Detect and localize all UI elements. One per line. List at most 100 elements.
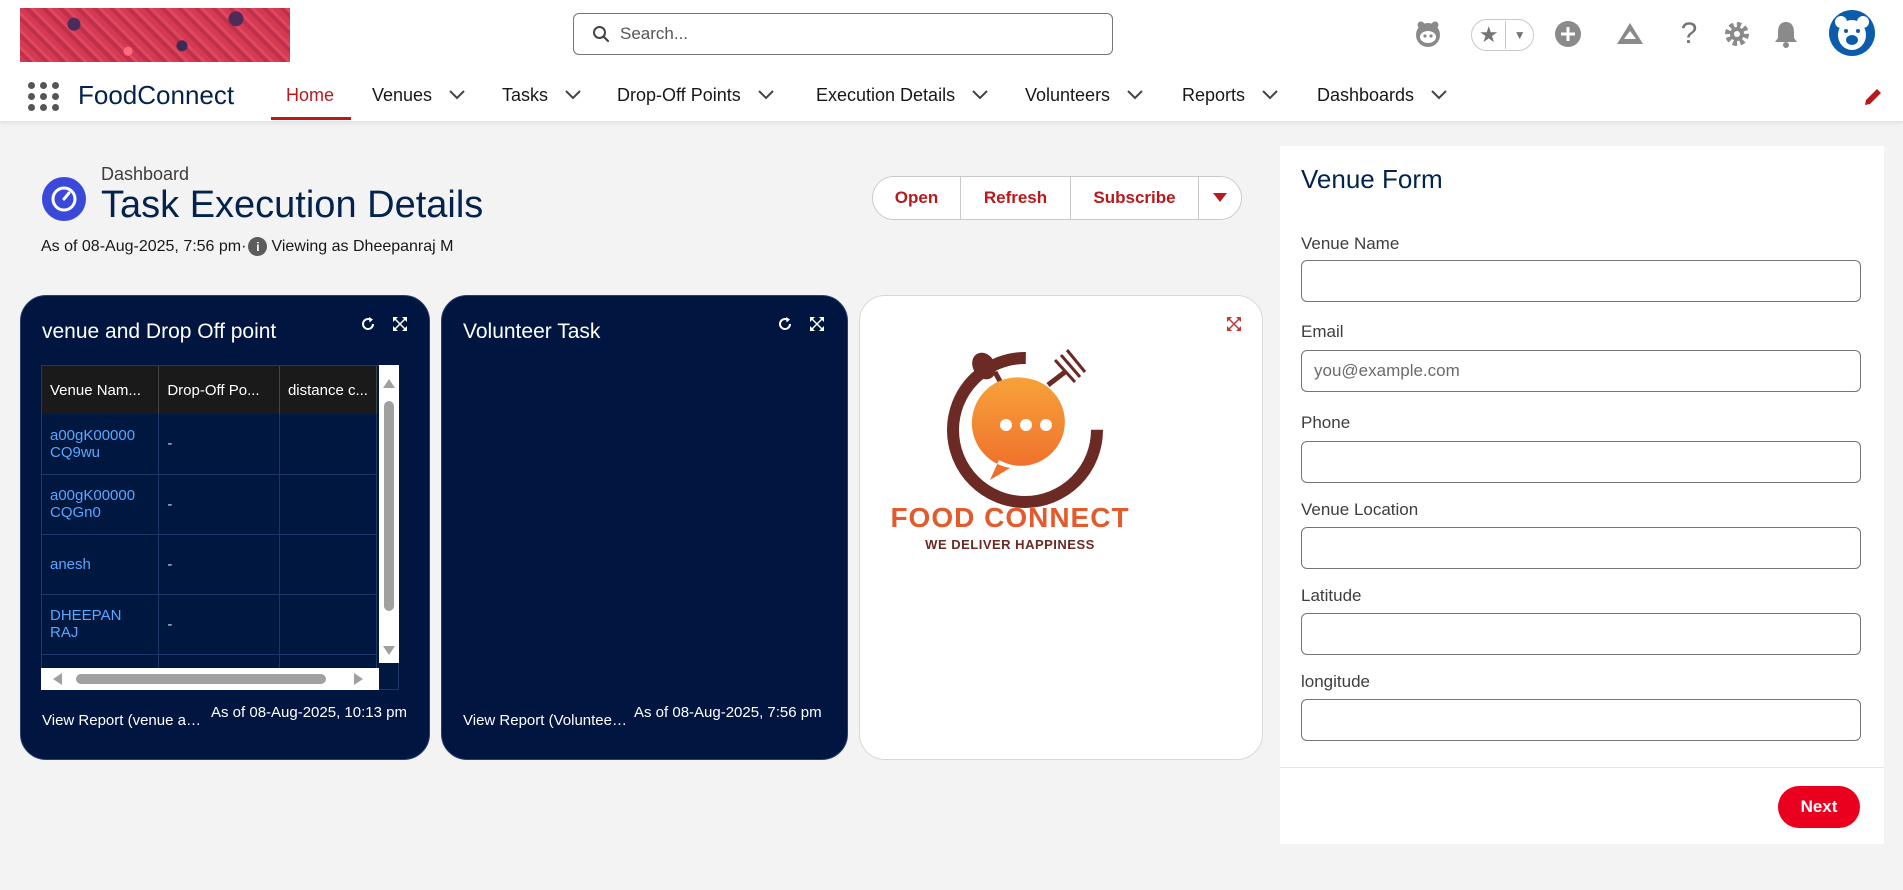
edit-nav-pencil-icon[interactable] — [1862, 86, 1886, 110]
table-cell: - — [158, 594, 280, 655]
table-cell — [279, 474, 378, 535]
favorites-dropdown-icon[interactable]: ▼ — [1505, 21, 1533, 49]
dashboard-type-label: Dashboard — [101, 164, 190, 184]
chevron-down-icon[interactable] — [1124, 90, 1146, 100]
logo-tagline: WE DELIVER HAPPINESS — [925, 537, 1095, 552]
form-title: Venue Form — [1301, 164, 1443, 194]
refresh-icon[interactable] — [777, 316, 793, 337]
caret-down-icon — [1213, 193, 1227, 202]
nav-item-label: Tasks — [502, 84, 549, 105]
venue-link[interactable]: anesh — [42, 534, 160, 595]
app-launcher-icon[interactable] — [26, 80, 59, 112]
widget-volunteer-task — [441, 295, 848, 760]
global-search[interactable] — [573, 13, 1113, 55]
nav-item-venues[interactable]: Venues — [372, 68, 468, 122]
chevron-down-icon[interactable] — [1259, 90, 1281, 100]
food-connect-logo: FOOD CONNECT WE DELIVER HAPPINESS — [880, 330, 1170, 600]
refresh-button[interactable]: Refresh — [961, 177, 1071, 219]
table-row: DHEEPAN RAJ - — [42, 594, 378, 655]
setup-gear-icon[interactable] — [1721, 18, 1753, 50]
nav-item-label: Venues — [372, 84, 433, 105]
phone-input[interactable] — [1301, 441, 1861, 483]
latitude-input[interactable] — [1301, 613, 1861, 655]
nav-item-label: Dashboards — [1317, 84, 1415, 105]
nav-item-tasks[interactable]: Tasks — [502, 68, 584, 122]
next-button[interactable]: Next — [1778, 786, 1860, 828]
nav-active-indicator — [271, 117, 351, 120]
view-report-link[interactable]: View Report (Volunteer Task) — [463, 712, 631, 729]
venue-name-input[interactable] — [1301, 260, 1861, 302]
venue-table[interactable]: Venue Nam... Drop-Off Po... distance c..… — [41, 365, 399, 690]
org-logo-banner[interactable] — [20, 8, 290, 62]
logo-brand-text: FOOD CONNECT — [890, 502, 1130, 533]
nav-item-dashboards[interactable]: Dashboards — [1317, 68, 1450, 122]
chevron-down-icon[interactable] — [446, 90, 468, 100]
table-row: a00gK00000 CQ9wu - — [42, 414, 378, 475]
subscribe-button[interactable]: Subscribe — [1071, 177, 1199, 219]
table-row: a00gK00000 CQGn0 - — [42, 474, 378, 535]
trailhead-guidance-icon[interactable] — [1614, 18, 1646, 50]
einstein-icon[interactable] — [1412, 18, 1444, 50]
table-cell: - — [158, 414, 280, 475]
widget-as-of: As of 08-Aug-2025, 10:13 pm — [211, 704, 407, 721]
scroll-right-arrow-icon[interactable] — [354, 673, 363, 685]
table-horizontal-scrollbar[interactable] — [41, 668, 379, 690]
venue-link[interactable]: DHEEPAN RAJ — [42, 594, 160, 655]
expand-icon[interactable] — [392, 316, 408, 337]
nav-item-label: Execution Details — [816, 84, 956, 105]
scroll-down-arrow-icon[interactable] — [383, 646, 395, 655]
app-name: FoodConnect — [78, 80, 235, 110]
table-header-row: Venue Nam... Drop-Off Po... distance c..… — [42, 366, 378, 414]
venue-link[interactable]: a00gK00000 CQ9wu — [42, 414, 160, 475]
venue-link[interactable]: a00gK00000 CQGn0 — [42, 474, 160, 535]
user-avatar[interactable] — [1829, 10, 1875, 56]
favorites-star-icon[interactable]: ★ — [1472, 22, 1505, 48]
table-cell — [279, 534, 378, 595]
column-header[interactable]: Venue Nam... — [42, 366, 160, 414]
dashboard-gauge-icon — [42, 177, 86, 221]
info-icon[interactable]: i — [248, 237, 268, 256]
table-cell: - — [158, 474, 280, 535]
nav-item-home[interactable]: Home — [286, 68, 334, 122]
more-actions-button[interactable] — [1199, 177, 1241, 219]
table-row: anesh - — [42, 534, 378, 595]
open-button[interactable]: Open — [873, 177, 961, 219]
table-vertical-scrollbar[interactable] — [379, 365, 399, 663]
nav-item-label: Volunteers — [1025, 84, 1111, 105]
dashboard-viewing-as: Viewing as Dheepanraj M — [271, 237, 454, 255]
nav-item-execution-details[interactable]: Execution Details — [816, 68, 991, 122]
notifications-bell-icon[interactable] — [1770, 18, 1802, 50]
table-cell — [279, 594, 378, 655]
view-report-link[interactable]: View Report (venue and Drop Off point) — [42, 712, 202, 729]
refresh-icon[interactable] — [360, 316, 376, 337]
widget-title: venue and Drop Off point — [42, 320, 277, 343]
chevron-down-icon[interactable] — [562, 90, 584, 100]
scroll-left-arrow-icon[interactable] — [53, 673, 62, 685]
email-label: Email — [1301, 322, 1344, 341]
nav-item-drop-off-points[interactable]: Drop-Off Points — [617, 68, 777, 122]
table-cell: - — [158, 534, 280, 595]
scroll-thumb[interactable] — [384, 401, 394, 611]
chevron-down-icon[interactable] — [755, 90, 777, 100]
nav-item-reports[interactable]: Reports — [1182, 68, 1281, 122]
column-header[interactable]: distance c... — [279, 366, 378, 414]
longitude-input[interactable] — [1301, 699, 1861, 741]
nav-item-label: Reports — [1182, 84, 1246, 105]
nav-item-volunteers[interactable]: Volunteers — [1025, 68, 1146, 122]
chevron-down-icon[interactable] — [969, 90, 991, 100]
search-input[interactable] — [620, 24, 1080, 44]
chevron-down-icon[interactable] — [1428, 90, 1450, 100]
dashboard-as-of: As of 08-Aug-2025, 7:56 pm· — [41, 237, 247, 255]
form-divider — [1280, 767, 1884, 768]
phone-label: Phone — [1301, 413, 1351, 432]
search-icon — [593, 26, 610, 43]
column-header[interactable]: Drop-Off Po... — [158, 366, 280, 414]
scroll-up-arrow-icon[interactable] — [383, 379, 395, 388]
scroll-thumb[interactable] — [76, 674, 326, 684]
expand-icon[interactable] — [1226, 316, 1242, 337]
email-input[interactable] — [1301, 350, 1861, 392]
venue-location-input[interactable] — [1301, 527, 1861, 569]
expand-icon[interactable] — [809, 316, 825, 337]
help-icon[interactable]: ? — [1673, 17, 1705, 50]
global-actions-icon[interactable] — [1552, 18, 1584, 50]
